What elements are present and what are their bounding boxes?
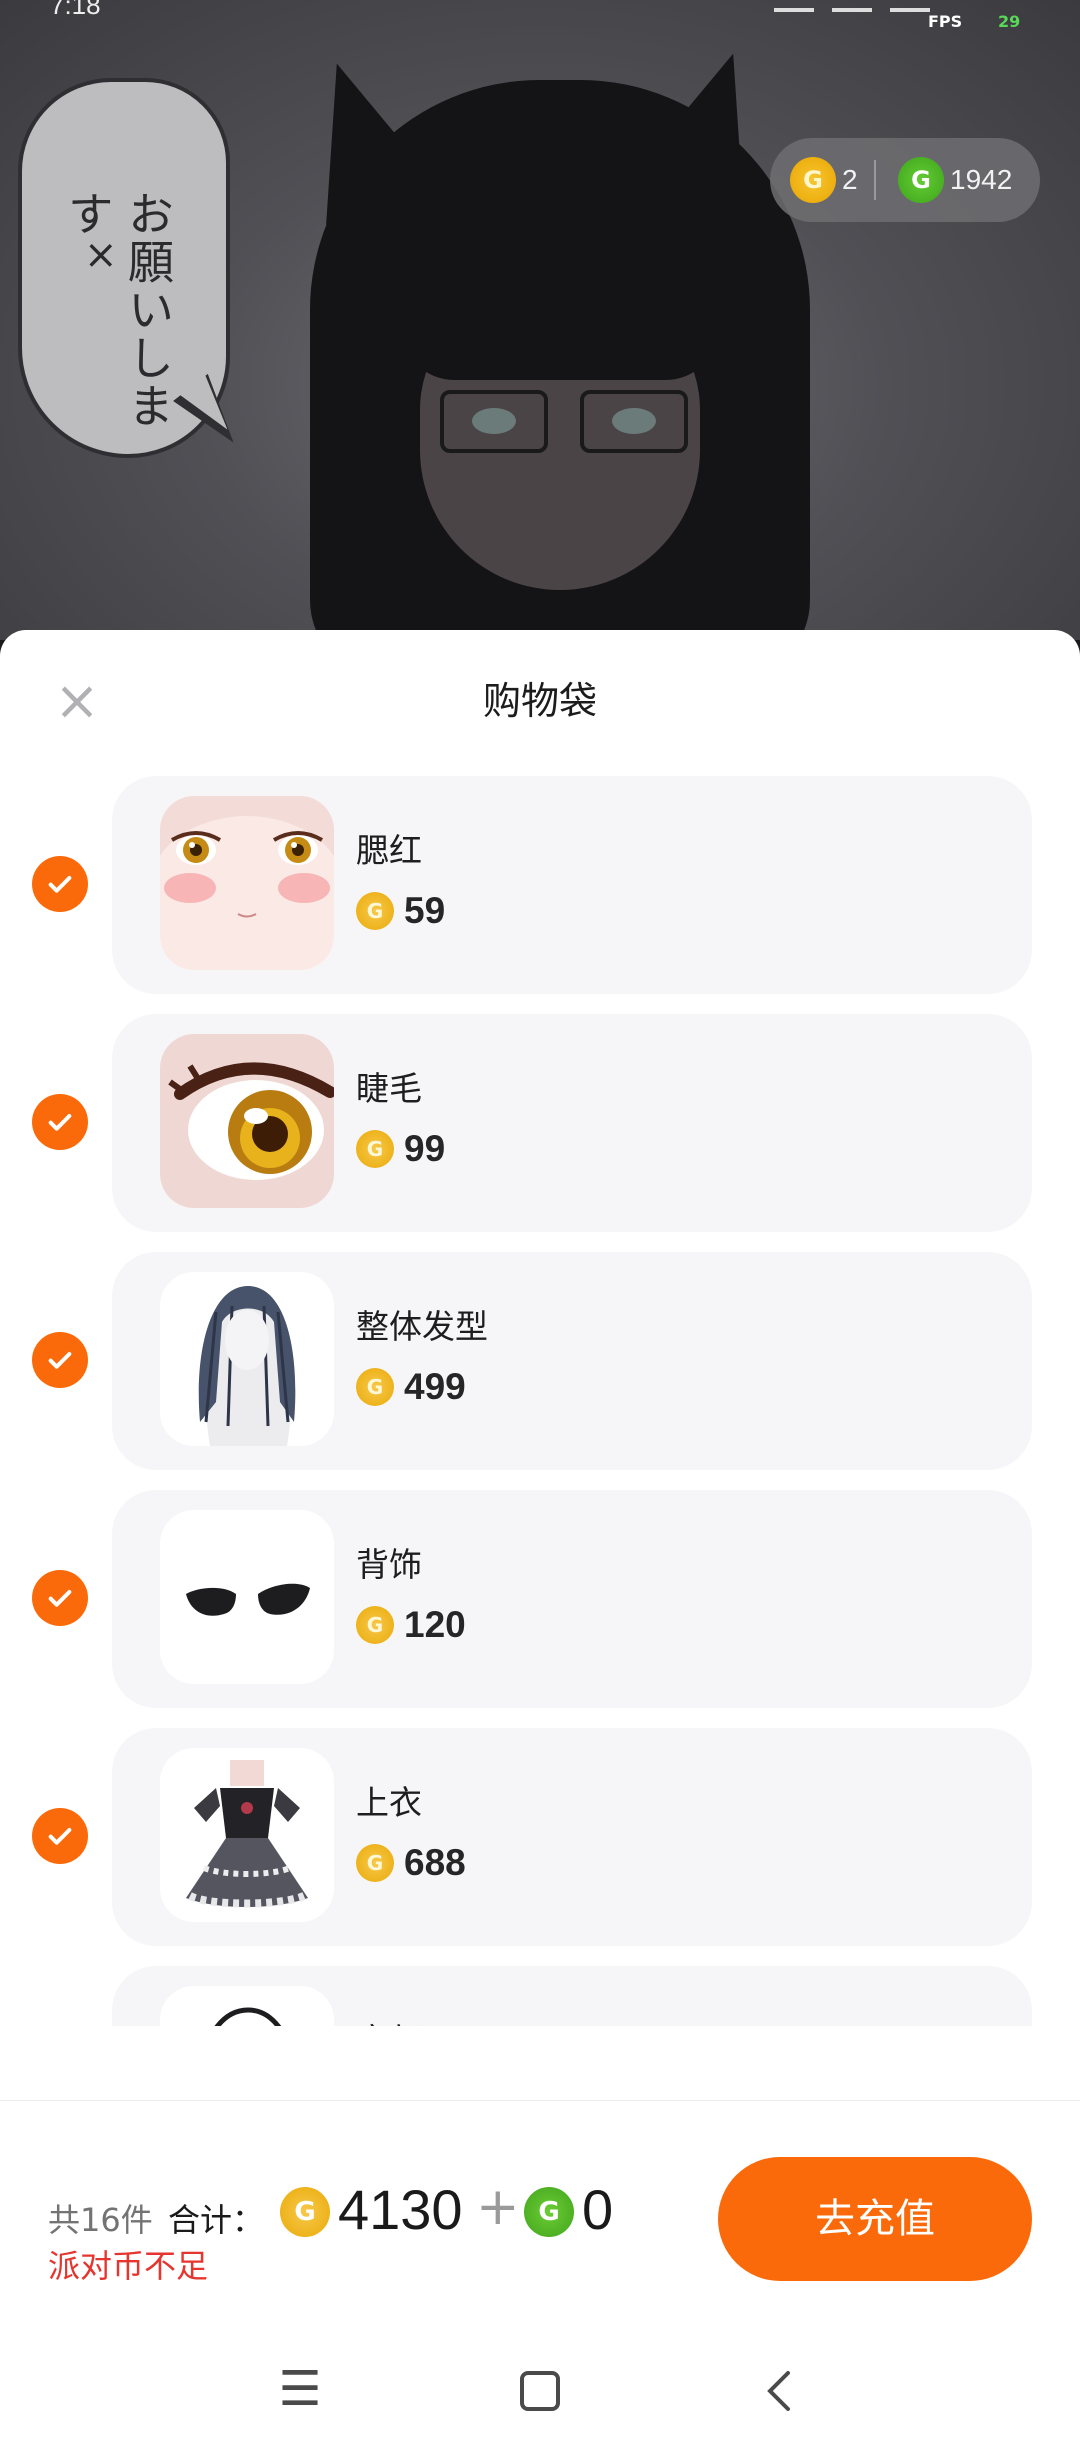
item-thumbnail-back-accessory xyxy=(160,1510,334,1684)
item-price-value: 99 xyxy=(404,1128,446,1169)
cart-item[interactable]: 背饰 G 120 xyxy=(0,1490,1080,1708)
eye-right xyxy=(612,408,656,434)
plus-sign: + xyxy=(476,2177,520,2237)
item-name: 整体发型 xyxy=(356,1307,488,1346)
recharge-button[interactable]: 去充值 xyxy=(718,2157,1032,2281)
green-coin-icon: G xyxy=(898,157,944,203)
cart-item[interactable]: 整体发型 G 499 xyxy=(0,1252,1080,1470)
glasses-lens-right xyxy=(580,390,688,453)
checkbox-checked[interactable] xyxy=(32,1570,88,1626)
check-icon xyxy=(48,876,72,893)
cart-item-card[interactable]: 整体发型 G 499 xyxy=(112,1252,1032,1470)
item-name: 睫毛 xyxy=(356,1069,422,1108)
gold-coin-icon: G xyxy=(790,157,836,203)
check-icon xyxy=(48,1352,72,1369)
item-price-value: 120 xyxy=(404,1604,466,1645)
currency-divider xyxy=(874,160,876,200)
item-name: 上衣 xyxy=(356,1783,422,1822)
gold-total: 4130 xyxy=(338,2178,463,2241)
signal-icon xyxy=(774,0,814,12)
eye-left xyxy=(472,408,516,434)
check-icon xyxy=(48,1114,72,1131)
gold-coin-icon: G xyxy=(356,892,394,930)
home-icon[interactable] xyxy=(500,2361,580,2425)
system-nav-bar: ☰ xyxy=(0,2361,1080,2460)
item-price-value: 59 xyxy=(404,890,446,931)
checkbox-checked[interactable] xyxy=(32,1332,88,1388)
item-price: G 688 xyxy=(356,1842,466,1884)
green-total: 0 xyxy=(582,2178,614,2241)
item-thumbnail-hairstyle xyxy=(160,1272,334,1446)
fps-value: 29 xyxy=(998,12,1021,31)
gold-coin-balance: 2 xyxy=(842,164,858,195)
item-name: 腮红 xyxy=(356,831,422,870)
checkbox-checked[interactable] xyxy=(32,1094,88,1150)
checkbox-checked[interactable] xyxy=(32,1808,88,1864)
fps-label: FPS xyxy=(928,12,963,31)
green-coin-icon: G xyxy=(524,2187,574,2237)
item-price-value: 499 xyxy=(404,1366,466,1407)
item-thumbnail-shoulder xyxy=(160,1986,334,2026)
cart-item[interactable]: 肩部 xyxy=(0,1966,1080,2026)
checkbox-checked[interactable] xyxy=(32,856,88,912)
item-price-value: 688 xyxy=(404,1842,466,1883)
green-coin-balance: 1942 xyxy=(950,164,1013,195)
gold-coin-icon: G xyxy=(356,1368,394,1406)
signal-icons xyxy=(774,0,930,12)
checkout-bar: 共16件 合计： G 4130 + G 0 派对币不足 去充值 ☰ xyxy=(0,2100,1080,2460)
item-price: G 59 xyxy=(356,890,445,932)
gold-coin-icon: G xyxy=(356,1844,394,1882)
total-label: 合计： xyxy=(168,2201,265,2239)
back-icon[interactable] xyxy=(740,2361,820,2425)
shopping-bag-sheet: × 购物袋 腮红 G 59 睫毛 G 99 整体发型 G 499 背饰 G 12… xyxy=(0,630,1080,2460)
glasses-lens-left xyxy=(440,390,548,453)
item-count: 共16件 xyxy=(48,2201,153,2239)
item-name: 肩部 xyxy=(356,2014,422,2026)
item-price: G 120 xyxy=(356,1604,466,1646)
avatar-glasses xyxy=(440,390,690,453)
cart-item-card[interactable]: 上衣 G 688 xyxy=(112,1728,1032,1946)
item-price: G 499 xyxy=(356,1366,466,1408)
status-bar: 7:18 xyxy=(0,0,1080,24)
menu-icon[interactable]: ☰ xyxy=(260,2361,340,2417)
gold-coin-icon: G xyxy=(280,2187,330,2237)
status-time: 7:18 xyxy=(50,0,101,20)
wifi-icon xyxy=(890,0,930,12)
cart-item[interactable]: 腮红 G 59 xyxy=(0,776,1080,994)
cart-item-card[interactable]: 肩部 xyxy=(112,1966,1032,2026)
insufficient-balance-warning: 派对币不足 xyxy=(48,2247,209,2285)
cart-item[interactable]: 睫毛 G 99 xyxy=(0,1014,1080,1232)
item-name: 背饰 xyxy=(356,1545,422,1584)
item-thumbnail-top xyxy=(160,1748,334,1922)
item-thumbnail-eyelashes xyxy=(160,1034,334,1208)
avatar-scene: 7:18 FPS 29 × お願いします G 2 G 1942 xyxy=(0,0,1080,640)
cart-item[interactable]: 上衣 G 688 xyxy=(0,1728,1080,1946)
check-icon xyxy=(48,1828,72,1845)
speech-bubble-text: お願いします xyxy=(61,190,175,430)
item-thumbnail-blush xyxy=(160,796,334,970)
check-icon xyxy=(48,1590,72,1607)
signal-icon xyxy=(832,0,872,12)
gold-coin-icon: G xyxy=(356,1606,394,1644)
cart-item-card[interactable]: 腮红 G 59 xyxy=(112,776,1032,994)
speech-close-mark: × xyxy=(84,232,118,278)
gold-coin-icon: G xyxy=(356,1130,394,1168)
cart-item-card[interactable]: 睫毛 G 99 xyxy=(112,1014,1032,1232)
sheet-title: 购物袋 xyxy=(482,679,597,723)
item-price: G 99 xyxy=(356,1128,445,1170)
cart-item-card[interactable]: 背饰 G 120 xyxy=(112,1490,1032,1708)
avatar-character[interactable] xyxy=(250,35,870,640)
cart-item-list[interactable]: 腮红 G 59 睫毛 G 99 整体发型 G 499 背饰 G 120 上衣 G… xyxy=(0,776,1080,2026)
currency-balance[interactable]: G 2 G 1942 xyxy=(770,138,1040,222)
